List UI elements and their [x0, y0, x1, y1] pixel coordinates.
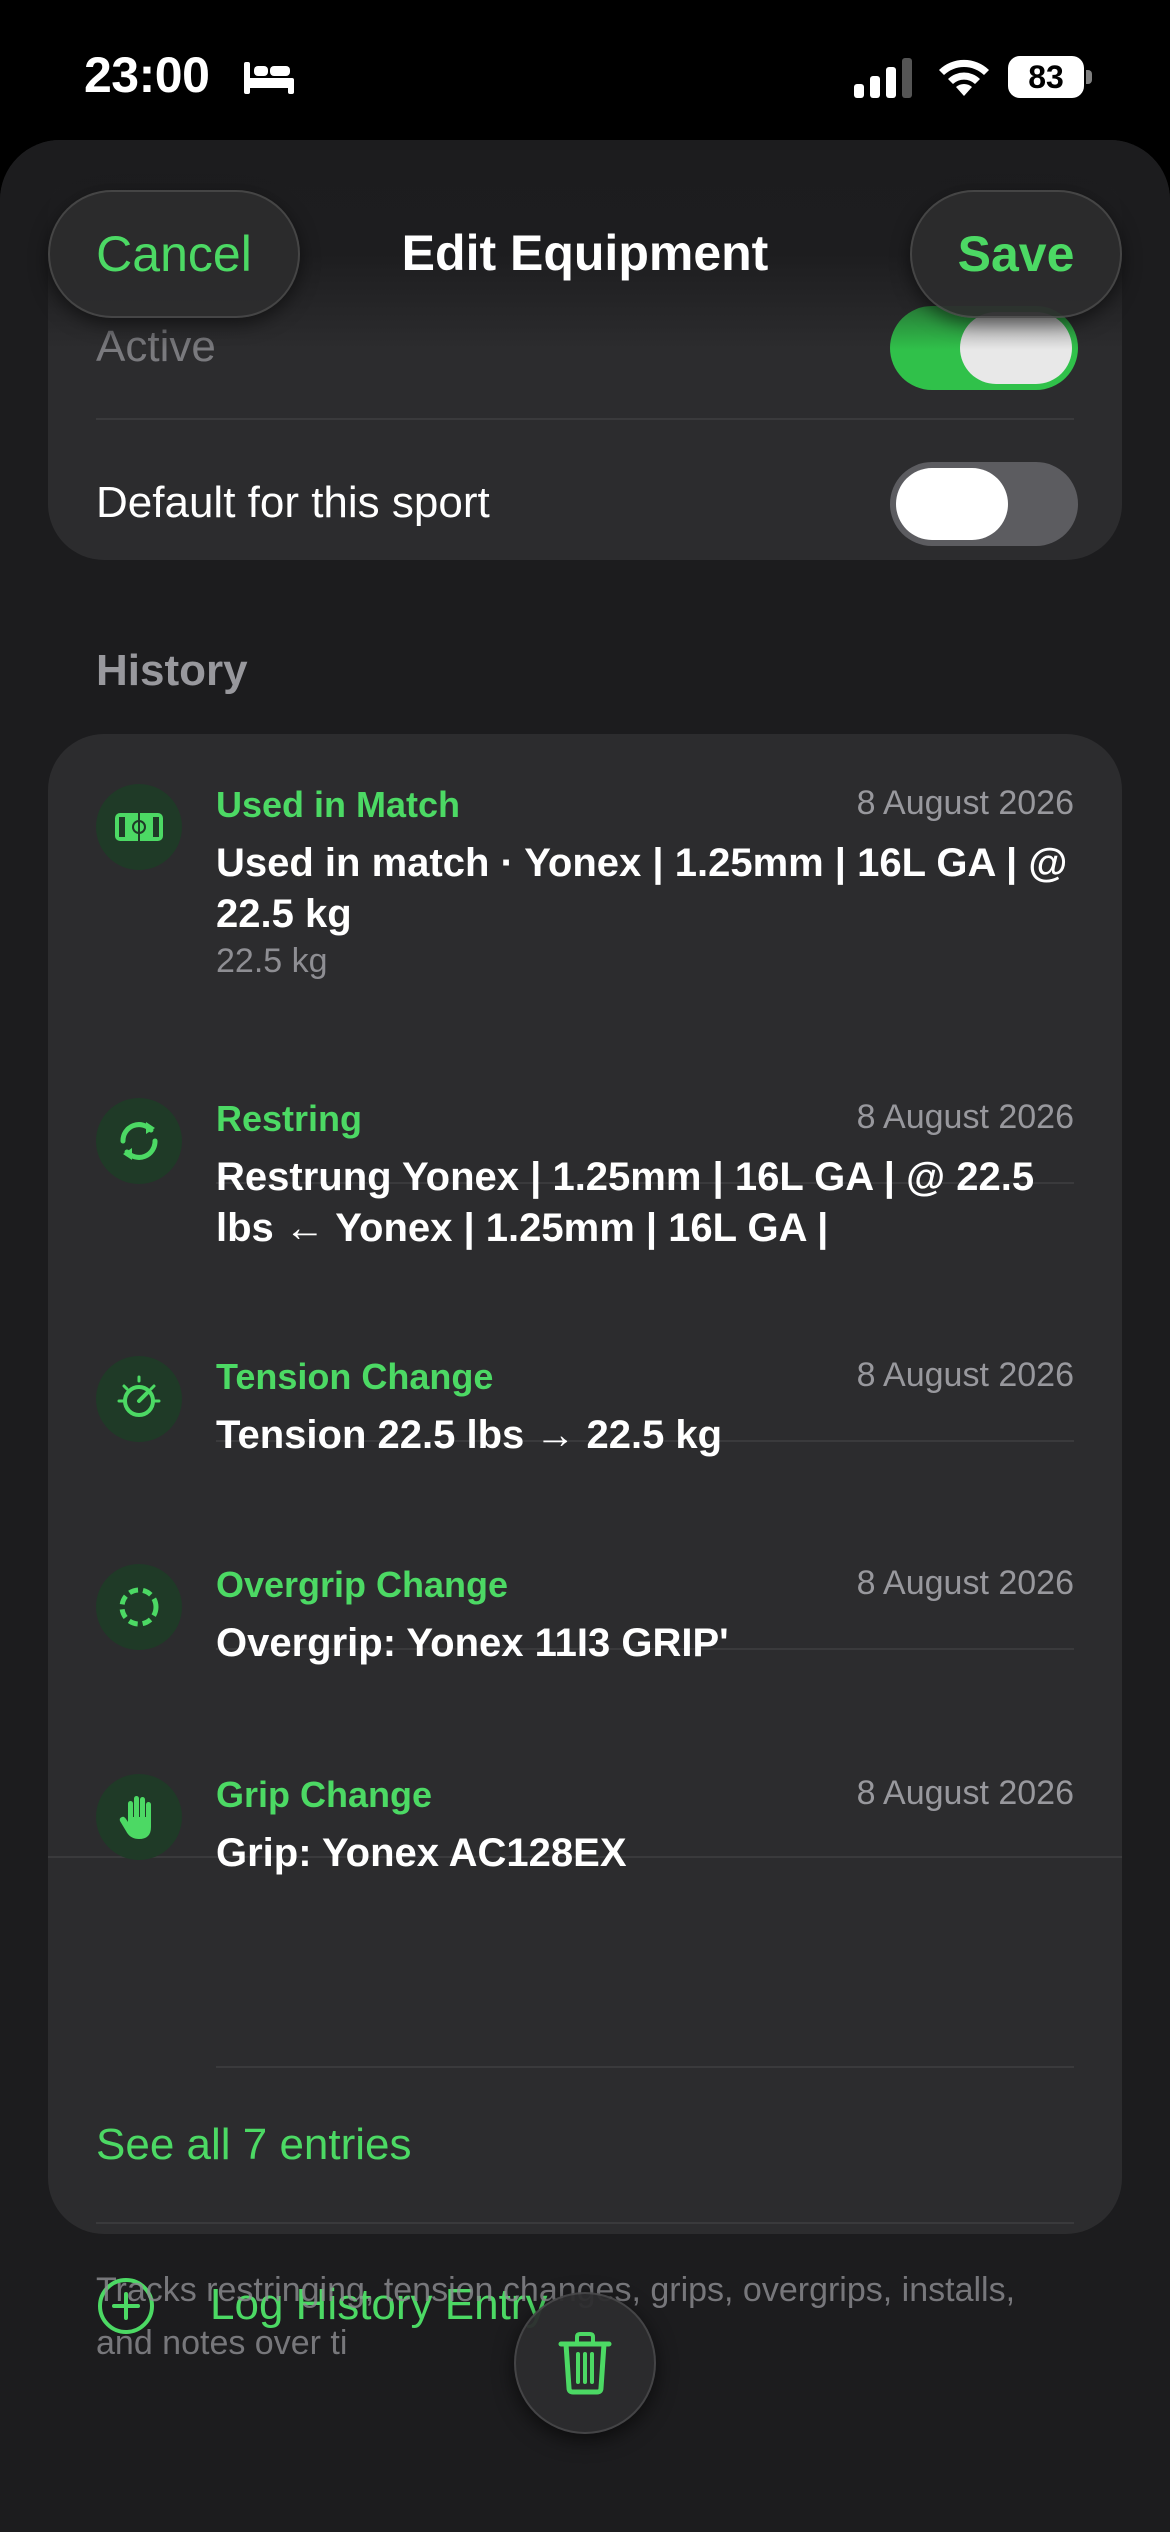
battery-cap — [1086, 70, 1092, 84]
entry-type: Restring — [216, 1098, 363, 1139]
bed-icon — [244, 62, 294, 94]
entry-subtext: 22.5 kg — [216, 942, 328, 980]
edit-equipment-sheet: Active Default for this sport Cancel Edi… — [0, 140, 1170, 2532]
history-section-header: History — [96, 646, 248, 695]
hand-icon — [96, 1774, 182, 1860]
battery-icon: 83 — [1008, 56, 1092, 98]
toggle-knob — [896, 468, 1008, 540]
trash-icon — [558, 2332, 612, 2395]
entry-date: 8 August 2026 — [856, 1774, 1074, 1812]
restring-icon — [96, 1098, 182, 1184]
default-for-sport-toggle[interactable] — [890, 462, 1078, 546]
battery-level: 83 — [1008, 56, 1084, 98]
history-card: Used in Match 8 August 2026 Used in matc… — [48, 734, 1122, 2334]
history-entry-grip-change[interactable]: Grip Change 8 August 2026 Grip: Yonex AC… — [48, 1774, 1122, 1914]
see-all-entries-link[interactable]: See all 7 entries — [96, 2120, 412, 2170]
entry-type: Grip Change — [216, 1774, 433, 1815]
delete-button[interactable] — [514, 2292, 656, 2434]
entry-type: Overgrip Change — [216, 1564, 509, 1605]
cancel-button[interactable]: Cancel — [48, 190, 300, 318]
history-entry-tension-change[interactable]: Tension Change 8 August 2026 Tension 22.… — [48, 1356, 1122, 1496]
page-title: Edit Equipment — [401, 225, 769, 281]
status-bar: 23:00 83 — [0, 0, 1170, 140]
save-button[interactable]: Save — [910, 190, 1122, 318]
status-time: 23:00 — [84, 47, 210, 103]
divider — [216, 2066, 1074, 2068]
entry-description: Restrung Yonex | 1.25mm | 16L GA | @ 22.… — [216, 1155, 1035, 1250]
entry-type: Tension Change — [216, 1356, 494, 1397]
court-icon — [96, 784, 182, 870]
entry-description: Overgrip: Yonex 11I3 GRIP' — [216, 1621, 729, 1665]
entry-date: 8 August 2026 — [856, 1356, 1074, 1394]
divider — [96, 418, 1074, 420]
entry-description: Used in match · Yonex | 1.25mm | 16L GA … — [216, 841, 1068, 936]
entry-date: 8 August 2026 — [856, 1098, 1074, 1136]
divider — [96, 2222, 1074, 2224]
history-entry-restring[interactable]: Restring 8 August 2026 Restrung Yonex | … — [48, 1098, 1122, 1298]
default-for-sport-label: Default for this sport — [96, 478, 490, 527]
entry-date: 8 August 2026 — [856, 1564, 1074, 1602]
entry-description: Tension 22.5 lbs → 22.5 kg — [216, 1413, 723, 1457]
tension-gauge-icon — [96, 1356, 182, 1442]
navigation-bar: Cancel Edit Equipment Save — [0, 140, 1170, 350]
signal-icon — [854, 58, 912, 98]
history-entry-used-in-match[interactable]: Used in Match 8 August 2026 Used in matc… — [48, 784, 1122, 1034]
entry-date: 8 August 2026 — [856, 784, 1074, 822]
entry-type: Used in Match — [216, 784, 461, 825]
overgrip-ring-icon — [96, 1564, 182, 1650]
history-entry-overgrip-change[interactable]: Overgrip Change 8 August 2026 Overgrip: … — [48, 1564, 1122, 1704]
entry-description: Grip: Yonex AC128EX — [216, 1831, 627, 1875]
wifi-icon — [939, 59, 989, 96]
